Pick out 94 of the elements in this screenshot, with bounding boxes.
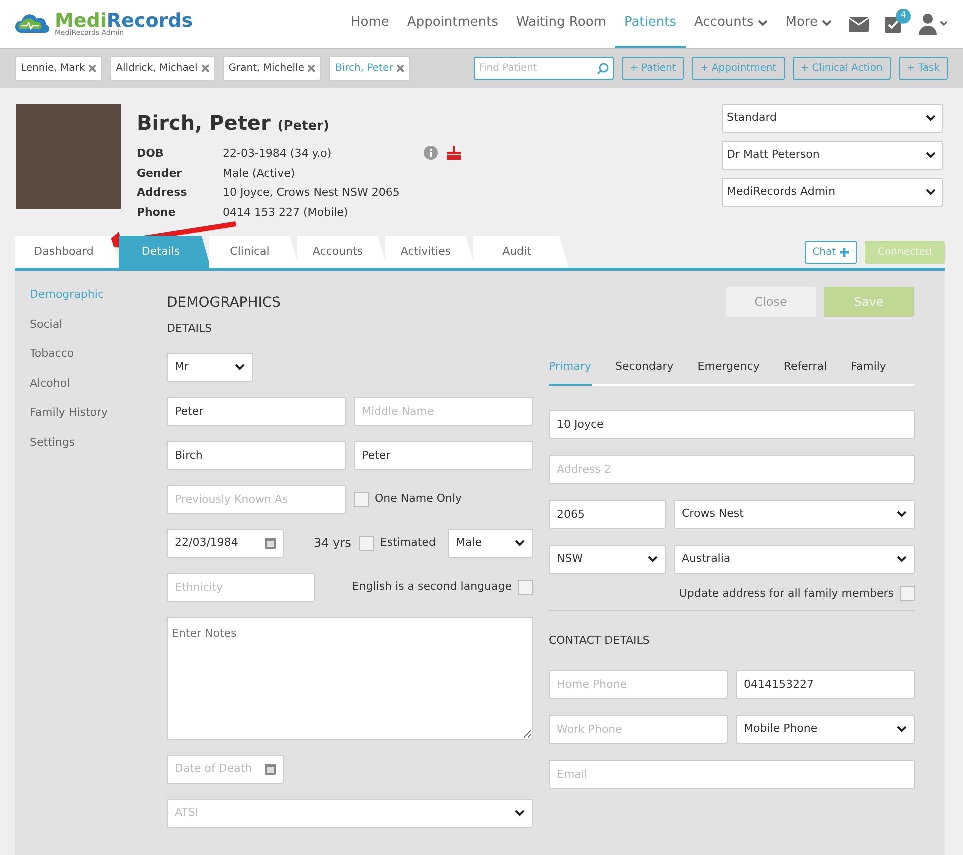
section-heading: DETAILS bbox=[167, 321, 214, 337]
patient-tab[interactable]: Lennie, Mark bbox=[15, 56, 102, 81]
caret-icon bbox=[897, 510, 907, 518]
nav-link[interactable]: Waiting Room bbox=[508, 0, 616, 48]
checkbox[interactable] bbox=[359, 536, 374, 550]
caret-icon bbox=[897, 726, 907, 732]
close-icon[interactable] bbox=[202, 65, 209, 72]
input-field[interactable]: Previously Known As bbox=[167, 484, 346, 514]
birthday-cake-icon bbox=[446, 146, 462, 160]
input-field[interactable]: Middle Name bbox=[354, 396, 533, 426]
address-tab[interactable]: Referral bbox=[784, 359, 828, 386]
input-field[interactable]: 2065 bbox=[549, 500, 666, 528]
tab[interactable]: Clinical bbox=[209, 236, 299, 268]
caret-icon bbox=[897, 556, 907, 562]
input-field[interactable]: Home Phone bbox=[549, 670, 728, 698]
input-field[interactable]: Work Phone bbox=[549, 714, 728, 744]
field-label: DOB bbox=[137, 146, 165, 162]
checkbox-label: Update address for all family members bbox=[679, 586, 894, 602]
tab[interactable]: Audit bbox=[473, 236, 569, 268]
mail-icon[interactable] bbox=[849, 16, 869, 32]
checkbox[interactable] bbox=[518, 580, 533, 594]
address-tab[interactable]: Family bbox=[851, 359, 886, 386]
caret-icon bbox=[235, 364, 245, 370]
field-label: Address bbox=[137, 185, 188, 201]
field-value: 22-03-1984 (34 y.o) bbox=[223, 146, 333, 162]
field-label: Phone bbox=[137, 204, 177, 220]
dropdown-field[interactable]: Crows Nest bbox=[674, 500, 915, 528]
section-title: DEMOGRAPHICS bbox=[167, 294, 282, 313]
nav-link[interactable]: More bbox=[776, 0, 841, 48]
caret-icon bbox=[926, 152, 936, 159]
field-value: Male (Active) bbox=[223, 166, 296, 182]
input-field[interactable]: Birch bbox=[167, 440, 346, 470]
field-value: 0414 153 227 (Mobile) bbox=[223, 204, 350, 220]
checkbox-label: Estimated bbox=[380, 534, 436, 551]
patient-name: Birch, Peter (Peter) bbox=[137, 110, 330, 137]
section-heading: CONTACT DETAILS bbox=[549, 633, 651, 649]
caret-icon bbox=[648, 556, 658, 562]
field-value: 10 Joyce, Crows Nest NSW 2065 bbox=[223, 185, 400, 201]
tasks-icon[interactable] bbox=[885, 15, 903, 33]
nav-link[interactable]: Appointments bbox=[398, 0, 508, 48]
nav-link[interactable]: Accounts bbox=[686, 0, 777, 48]
address-tab[interactable]: Emergency bbox=[698, 359, 760, 386]
dropdown-field[interactable]: NSW bbox=[549, 544, 666, 574]
caret-icon bbox=[515, 540, 525, 546]
notes-field[interactable]: Enter Notes bbox=[167, 616, 533, 740]
dropdown-field[interactable]: Mr bbox=[167, 352, 253, 382]
tab[interactable]: Activities bbox=[385, 236, 475, 268]
side-menu-item[interactable]: Tobacco bbox=[30, 346, 167, 362]
date-field[interactable]: 22/03/1984 bbox=[167, 528, 284, 558]
dropdown-field[interactable]: MediRecords Admin bbox=[722, 178, 943, 207]
checkbox[interactable] bbox=[900, 586, 915, 602]
caret-icon bbox=[926, 189, 936, 196]
close-icon[interactable] bbox=[308, 65, 316, 72]
input-field[interactable]: 0414153227 bbox=[736, 670, 915, 698]
input-field[interactable]: 10 Joyce bbox=[549, 410, 915, 438]
dropdown-field[interactable]: Mobile Phone bbox=[736, 714, 915, 744]
tab[interactable]: Dashboard bbox=[15, 236, 121, 268]
patient-tab[interactable]: Alldrick, Michael bbox=[110, 56, 215, 81]
input-field[interactable]: Peter bbox=[354, 440, 533, 470]
calendar-icon[interactable] bbox=[265, 764, 276, 774]
dropdown-field[interactable]: Dr Matt Peterson bbox=[722, 141, 943, 170]
input-field[interactable]: Email bbox=[549, 760, 915, 788]
side-menu-item[interactable]: Settings bbox=[30, 434, 167, 451]
checkbox-label: English is a second language bbox=[352, 578, 512, 595]
user-menu-icon[interactable] bbox=[919, 13, 949, 35]
notification-badge: 4 bbox=[896, 9, 911, 24]
info-icon[interactable] bbox=[424, 146, 438, 160]
input-field[interactable]: Peter bbox=[167, 396, 346, 426]
cloud-logo-icon bbox=[15, 13, 51, 35]
nav-link[interactable]: Home bbox=[342, 0, 398, 48]
address-tab[interactable]: Secondary bbox=[616, 359, 674, 386]
caret-icon bbox=[515, 810, 525, 816]
caret-icon bbox=[926, 115, 936, 122]
logo-text: MediRecords bbox=[55, 12, 194, 30]
input-field[interactable]: Ethnicity bbox=[167, 572, 315, 602]
input-field[interactable]: Address 2 bbox=[549, 454, 915, 484]
connection-status: Connected bbox=[865, 241, 945, 264]
patient-tab[interactable]: Grant, Michelle bbox=[222, 56, 322, 81]
checkbox-label: One Name Only bbox=[375, 490, 462, 507]
plus-icon bbox=[840, 248, 849, 257]
dropdown-field[interactable]: Standard bbox=[722, 104, 943, 133]
dropdown-field[interactable]: Male bbox=[448, 528, 533, 558]
search-icon bbox=[596, 62, 609, 74]
side-menu-item[interactable]: Social bbox=[30, 316, 167, 333]
field-label: Gender bbox=[137, 166, 184, 182]
dropdown-field[interactable]: Australia bbox=[674, 544, 915, 574]
checkbox[interactable] bbox=[354, 492, 369, 506]
calendar-icon[interactable] bbox=[265, 538, 276, 548]
age-text: 34 yrs bbox=[314, 535, 352, 552]
close-icon[interactable] bbox=[397, 65, 404, 72]
close-icon[interactable] bbox=[89, 65, 96, 72]
side-menu-item[interactable]: Family History bbox=[30, 405, 167, 422]
side-menu-item[interactable]: Alcohol bbox=[30, 376, 167, 392]
tab[interactable]: Accounts bbox=[297, 236, 387, 268]
